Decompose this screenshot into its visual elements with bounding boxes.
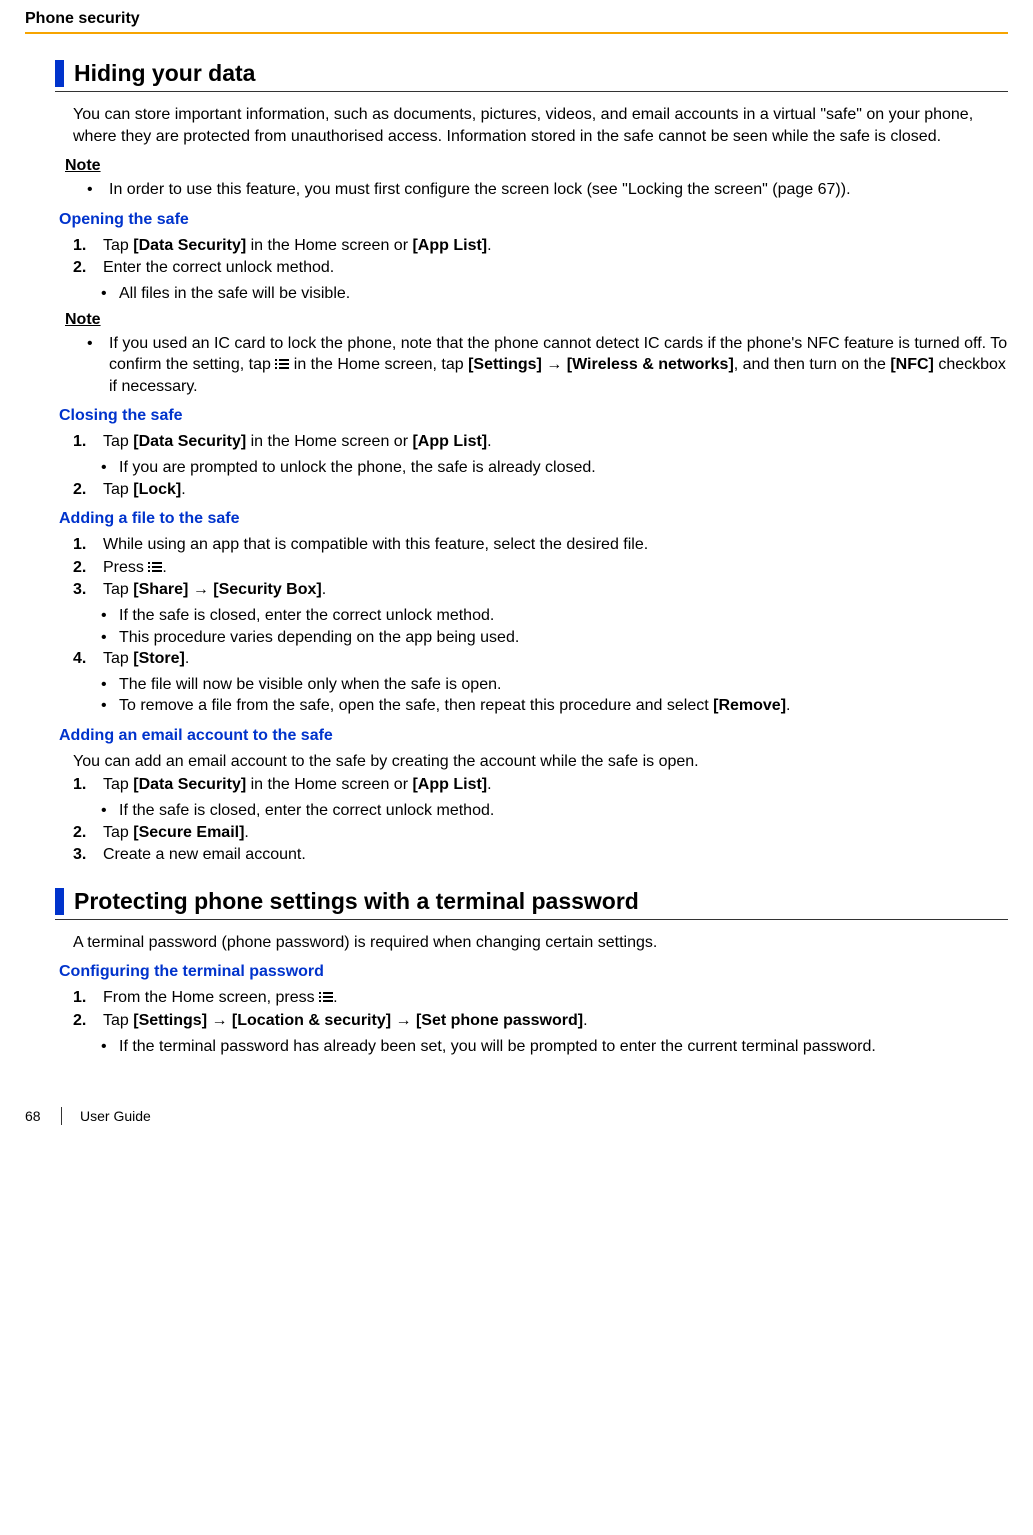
menu-icon — [148, 562, 162, 573]
note-text: In order to use this feature, you must f… — [109, 179, 851, 201]
list-item: Create a new email account. — [103, 844, 306, 866]
header-rule — [25, 32, 1008, 34]
list-adding-file: 1.While using an app that is compatible … — [73, 534, 1008, 601]
page-footer: 68 User Guide — [25, 1107, 1008, 1125]
list-item: Tap [Store]. — [103, 648, 189, 670]
menu-icon — [319, 992, 333, 1003]
list-opening-safe: 1.Tap [Data Security] in the Home screen… — [73, 235, 1008, 279]
list-item: From the Home screen, press . — [103, 987, 338, 1009]
list-item: Tap [Secure Email]. — [103, 822, 249, 844]
heading-terminal-password: Protecting phone settings with a termina… — [55, 888, 1008, 915]
list-closing-safe: 1.Tap [Data Security] in the Home screen… — [73, 431, 1008, 453]
intro-paragraph: You can store important information, suc… — [73, 104, 1008, 147]
heading-hiding-data: Hiding your data — [55, 60, 1008, 87]
doc-title: User Guide — [80, 1108, 151, 1124]
subhead-config-password: Configuring the terminal password — [59, 963, 1008, 981]
subhead-opening-safe: Opening the safe — [59, 211, 1008, 229]
note-text: If you used an IC card to lock the phone… — [109, 333, 1008, 398]
note-label: Note — [65, 157, 1008, 175]
section-header: Phone security — [25, 10, 1008, 32]
heading-rule — [55, 91, 1008, 92]
list-item: Tap [Data Security] in the Home screen o… — [103, 431, 492, 453]
list-adding-file-4: 4.Tap [Store]. — [73, 648, 1008, 670]
sub-bullet: •If the safe is closed, enter the correc… — [101, 605, 1008, 648]
list-item: Tap [Settings] → [Location & security] →… — [103, 1010, 588, 1032]
sub-bullet-text: This procedure varies depending on the a… — [119, 627, 519, 649]
list-item: While using an app that is compatible wi… — [103, 534, 648, 556]
sub-bullet-text: If the terminal password has already bee… — [119, 1036, 876, 1058]
sub-bullet: •The file will now be visible only when … — [101, 674, 1008, 717]
subhead-adding-file: Adding a file to the safe — [59, 510, 1008, 528]
list-item: Tap [Share] → [Security Box]. — [103, 579, 326, 601]
subhead-closing-safe: Closing the safe — [59, 407, 1008, 425]
sub-bullet-text: The file will now be visible only when t… — [119, 674, 501, 696]
note-label: Note — [65, 311, 1008, 329]
sub-bullet: •If the safe is closed, enter the correc… — [101, 800, 1008, 822]
list-closing-safe-2: 2.Tap [Lock]. — [73, 479, 1008, 501]
list-adding-email-23: 2.Tap [Secure Email]. 3.Create a new ema… — [73, 822, 1008, 866]
sub-bullet: •All files in the safe will be visible. — [101, 283, 1008, 305]
list-item: Tap [Lock]. — [103, 479, 186, 501]
list-item: Tap [Data Security] in the Home screen o… — [103, 774, 492, 796]
page-number: 68 — [25, 1108, 61, 1124]
footer-divider — [61, 1107, 62, 1125]
sub-bullet-text: If the safe is closed, enter the correct… — [119, 800, 494, 822]
sub-bullet: •If you are prompted to unlock the phone… — [101, 457, 1008, 479]
add-email-intro: You can add an email account to the safe… — [73, 751, 1008, 773]
sub-bullet-text: All files in the safe will be visible. — [119, 283, 350, 305]
note-bullet: •If you used an IC card to lock the phon… — [87, 333, 1008, 398]
heading-rule — [55, 919, 1008, 920]
list-adding-email: 1.Tap [Data Security] in the Home screen… — [73, 774, 1008, 796]
h2-intro: A terminal password (phone password) is … — [73, 932, 1008, 954]
list-item: Tap [Data Security] in the Home screen o… — [103, 235, 492, 257]
list-item: Press . — [103, 557, 167, 579]
sub-bullet-text: If you are prompted to unlock the phone,… — [119, 457, 596, 479]
note-bullet: •In order to use this feature, you must … — [87, 179, 1008, 201]
subhead-adding-email: Adding an email account to the safe — [59, 727, 1008, 745]
list-item: Enter the correct unlock method. — [103, 257, 334, 279]
sub-bullet-text: If the safe is closed, enter the correct… — [119, 605, 494, 627]
list-config: 1.From the Home screen, press . 2.Tap [S… — [73, 987, 1008, 1031]
sub-bullet-text: To remove a file from the safe, open the… — [119, 695, 790, 717]
menu-icon — [275, 359, 289, 370]
sub-bullet: •If the terminal password has already be… — [101, 1036, 1008, 1058]
